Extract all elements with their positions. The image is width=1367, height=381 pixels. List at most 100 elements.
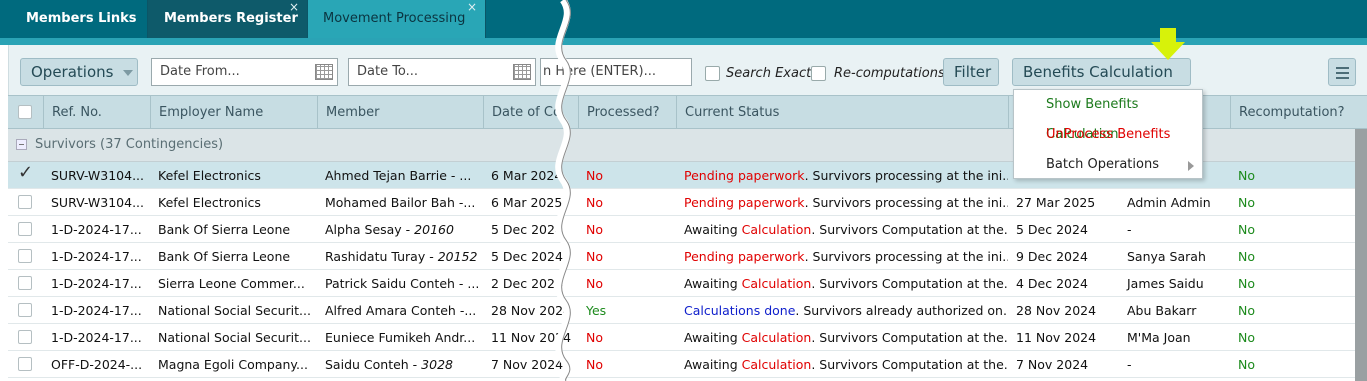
- tab-members-register[interactable]: Members Register ×: [148, 0, 308, 38]
- status-prefix-text: Awaiting: [684, 357, 742, 372]
- table-row[interactable]: 1-D-2024-17... National Social Securit...…: [8, 297, 1367, 324]
- table-row[interactable]: SURV-W3104... Kefel Electronics Mohamed Ba…: [8, 189, 1367, 216]
- menu-item-show-benefits-calculation[interactable]: Show Benefits Calculation: [1014, 90, 1202, 142]
- processed-text: No: [586, 330, 603, 345]
- employer-text: Bank Of Sierra Leone: [158, 222, 291, 237]
- menu-item-batch-operations[interactable]: Batch Operations: [1014, 150, 1202, 180]
- status-detail-text: . Survivors processing at the ini...: [804, 168, 1008, 183]
- chevron-down-icon: [123, 69, 134, 76]
- search-exact-checkbox[interactable]: [705, 66, 720, 81]
- cell-ref-no: SURV-W3104...: [43, 189, 150, 216]
- menu-item-label: UnProcess Benefits: [1046, 127, 1171, 142]
- row-checkbox[interactable]: [18, 276, 32, 290]
- table-row[interactable]: 1-D-2024-17... Sierra Leone Commer... Patr…: [8, 270, 1367, 297]
- cell-current-status: Awaiting Calculation. Survivors Computat…: [676, 351, 1008, 378]
- user-text: Admin Admin: [1127, 195, 1211, 210]
- tab-members-links[interactable]: Members Links: [0, 0, 148, 38]
- ref-no-text: OFF-D-2024-...: [51, 357, 143, 372]
- date-to-input[interactable]: Date To...: [348, 58, 536, 86]
- collapse-icon[interactable]: [16, 139, 27, 150]
- search-exact-label: Search Exact: [726, 66, 812, 81]
- operations-label: Operations: [31, 63, 114, 81]
- table-row[interactable]: 1-D-2024-17... National Social Securit...…: [8, 324, 1367, 351]
- cell-processed: No: [578, 351, 676, 378]
- member-text: Mohamed Bailor Bah -...: [325, 195, 476, 210]
- menu-item-unprocess-benefits[interactable]: UnProcess Benefits: [1014, 120, 1202, 150]
- user-text: -: [1127, 357, 1132, 372]
- cell-processed: No: [578, 270, 676, 297]
- cell-processed: No: [578, 162, 676, 189]
- tab-movement-processing[interactable]: Movement Processing ×: [308, 0, 486, 38]
- cell-recomputation: No: [1230, 243, 1367, 270]
- vertical-scrollbar[interactable]: [1355, 129, 1367, 381]
- close-icon[interactable]: ×: [289, 0, 299, 26]
- row-checkbox[interactable]: [18, 222, 32, 236]
- col-employer-name[interactable]: Employer Name: [150, 96, 317, 129]
- cell-employer-name: Sierra Leone Commer...: [150, 270, 317, 297]
- cell-current-status: Calculations done. Survivors already aut…: [676, 297, 1008, 324]
- date-from-input[interactable]: Date From...: [151, 58, 338, 86]
- row-checkbox[interactable]: [18, 195, 32, 209]
- cell-processed: No: [578, 189, 676, 216]
- operations-button[interactable]: Operations: [20, 58, 138, 86]
- status-detail-text: . Survivors Computation at the...: [811, 330, 1008, 345]
- col-recomputation[interactable]: Recomputation?: [1230, 96, 1367, 129]
- cell-user: Admin Admin: [1119, 189, 1230, 216]
- member-text: Euniece Fumikeh Andr...: [325, 330, 476, 345]
- cell-status-date: 5 Dec 2024: [1008, 216, 1119, 243]
- employer-text: Sierra Leone Commer...: [158, 276, 305, 291]
- member-text: Alfred Amara Conteh -...: [325, 303, 477, 318]
- ref-no-text: SURV-W3104...: [51, 168, 144, 183]
- calendar-icon[interactable]: [315, 64, 333, 80]
- grid-menu-button[interactable]: [1328, 58, 1356, 86]
- filter-button[interactable]: Filter: [943, 58, 999, 86]
- cell-current-status: Awaiting Calculation. Survivors Computat…: [676, 216, 1008, 243]
- cell-employer-name: Kefel Electronics: [150, 162, 317, 189]
- cell-recomputation: No: [1230, 189, 1367, 216]
- row-checkbox[interactable]: [18, 330, 32, 344]
- cell-employer-name: National Social Securit...: [150, 297, 317, 324]
- benefits-calculation-button[interactable]: Benefits Calculation: [1012, 58, 1191, 102]
- cell-current-status: Pending paperwork. Survivors processing …: [676, 189, 1008, 216]
- processed-text: No: [586, 249, 603, 264]
- chevron-right-icon: [1188, 161, 1194, 171]
- select-all-checkbox[interactable]: [18, 105, 32, 119]
- cell-recomputation: No: [1230, 351, 1367, 378]
- col-member[interactable]: Member: [317, 96, 483, 129]
- employer-text: Magna Egoli Company...: [158, 357, 308, 372]
- cell-processed: No: [578, 216, 676, 243]
- ref-no-text: SURV-W3104...: [51, 195, 144, 210]
- recomputation-text: No: [1238, 249, 1255, 264]
- member-id-text: 3028: [421, 357, 453, 372]
- table-row[interactable]: 1-D-2024-17... Bank Of Sierra Leone Rashid…: [8, 243, 1367, 270]
- col-current-status[interactable]: Current Status: [676, 96, 1008, 129]
- cell-status-date: 27 Mar 2025: [1008, 189, 1119, 216]
- cell-user: James Saidu: [1119, 270, 1230, 297]
- calendar-icon[interactable]: [513, 64, 531, 80]
- cell-ref-no: OFF-D-2024-...: [43, 351, 150, 378]
- recomputations-checkbox[interactable]: [811, 66, 826, 81]
- status-date-text: 4 Dec 2024: [1016, 276, 1088, 291]
- row-checkbox[interactable]: [18, 162, 33, 183]
- status-date-text: 27 Mar 2025: [1016, 195, 1096, 210]
- tab-label: Movement Processing: [323, 11, 466, 26]
- row-checkbox[interactable]: [18, 249, 32, 263]
- row-checkbox[interactable]: [18, 357, 32, 371]
- cell-recomputation: No: [1230, 324, 1367, 351]
- cell-recomputation: No: [1230, 270, 1367, 297]
- ref-no-text: 1-D-2024-17...: [51, 222, 142, 237]
- status-date-text: 5 Dec 2024: [1016, 222, 1088, 237]
- cell-member: Rashidatu Turay - 20152: [317, 243, 483, 270]
- table-row[interactable]: OFF-D-2024-... Magna Egoli Company... Said…: [8, 351, 1367, 378]
- cell-recomputation: No: [1230, 297, 1367, 324]
- col-ref-no[interactable]: Ref. No.: [43, 96, 150, 129]
- table-row[interactable]: 1-D-2024-17... Bank Of Sierra Leone Alpha …: [8, 216, 1367, 243]
- status-detail-text: . Survivors processing at the ini...: [804, 249, 1008, 264]
- cell-status-date: 9 Dec 2024: [1008, 243, 1119, 270]
- cell-ref-no: 1-D-2024-17...: [43, 243, 150, 270]
- col-processed[interactable]: Processed?: [578, 96, 676, 129]
- cell-user: Abu Bakarr: [1119, 297, 1230, 324]
- status-prefix-text: Awaiting: [684, 330, 742, 345]
- close-icon[interactable]: ×: [467, 0, 477, 26]
- row-checkbox[interactable]: [18, 303, 32, 317]
